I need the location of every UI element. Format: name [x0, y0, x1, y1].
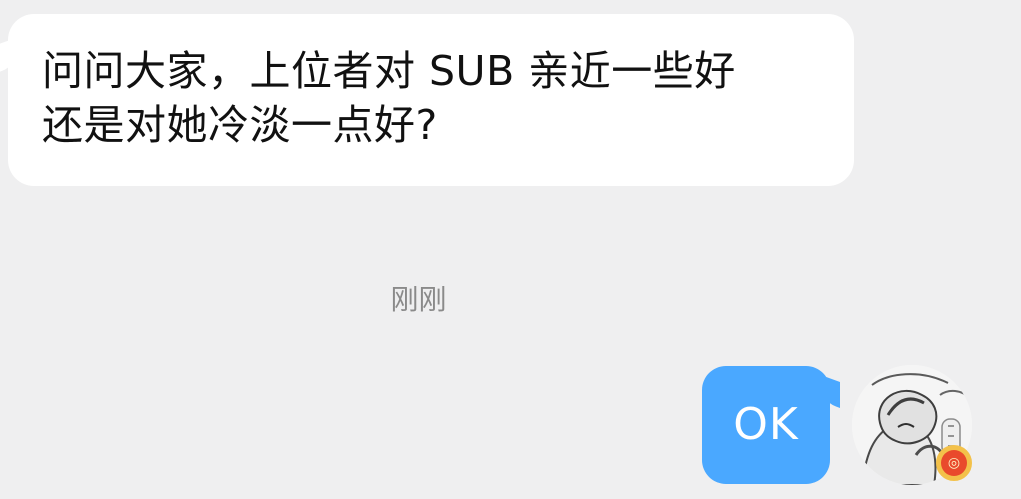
badge-inner-icon: ◎ [941, 450, 967, 476]
chat-thread: 问问大家，上位者对 SUB 亲近一些好 还是对她冷淡一点好? 刚刚 OK ◎ [0, 0, 1021, 499]
incoming-message-bubble[interactable]: 问问大家，上位者对 SUB 亲近一些好 还是对她冷淡一点好? [0, 14, 854, 186]
incoming-bubble-tail [0, 36, 20, 72]
incoming-message-text: 问问大家，上位者对 SUB 亲近一些好 还是对她冷淡一点好? [42, 47, 736, 149]
outgoing-bubble-tail [818, 373, 840, 409]
outgoing-message-bubble[interactable]: OK [702, 366, 840, 484]
outgoing-message-text: OK [733, 399, 799, 450]
user-badge-icon: ◎ [936, 445, 972, 481]
message-timestamp: 刚刚 [390, 283, 447, 316]
